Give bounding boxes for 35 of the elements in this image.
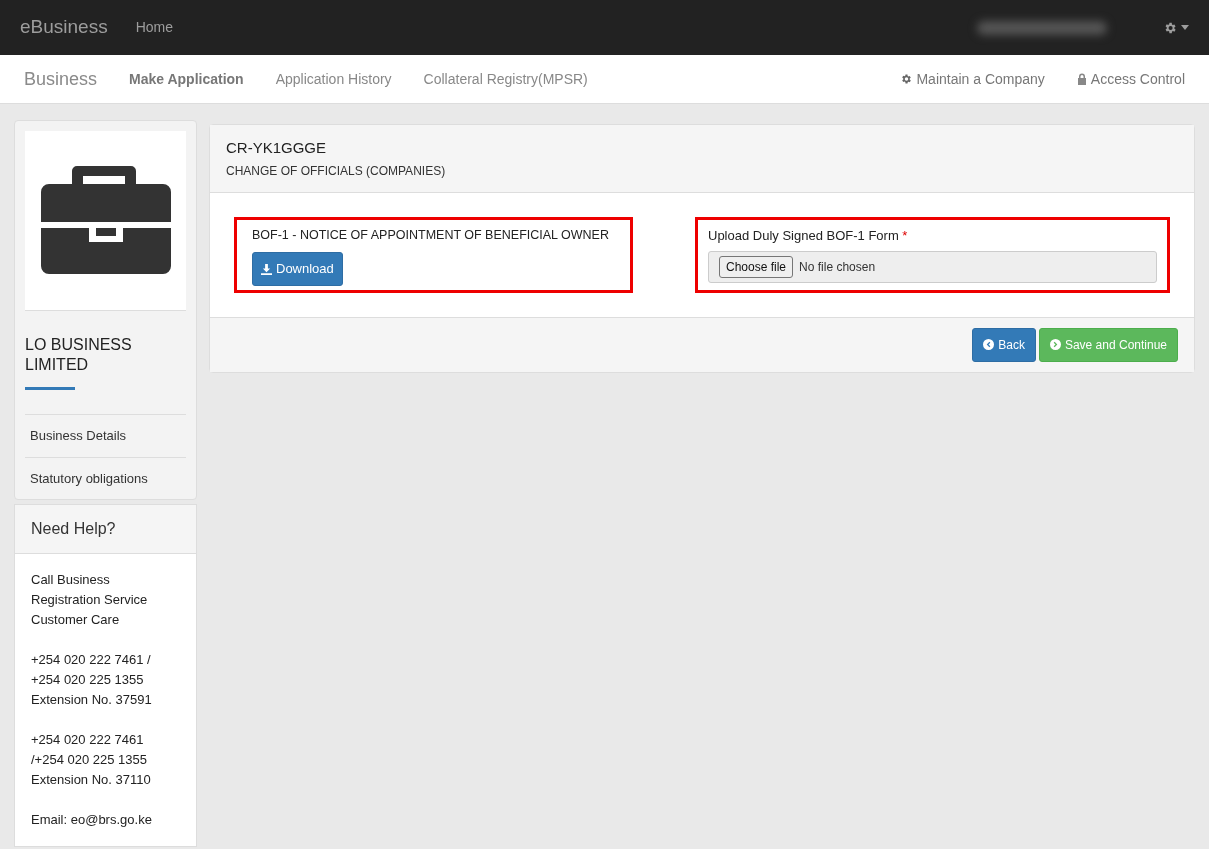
file-status: No file chosen — [799, 259, 876, 276]
help-text: +254 020 222 7461 /+254 020 225 1355 Extension No. 37110 — [31, 731, 152, 789]
settings-menu-button[interactable] — [1163, 20, 1189, 35]
download-icon — [261, 263, 272, 275]
sidebar-item[interactable]: Statutory obligations — [25, 456, 186, 499]
file-input[interactable]: Choose file No file chosen — [708, 251, 1157, 283]
gear-icon — [900, 73, 913, 85]
nav-tab[interactable]: Make Application — [113, 68, 260, 90]
brand-logo[interactable]: eBusiness — [20, 13, 108, 42]
nav-tab[interactable]: Collateral Registry(MPSR) — [407, 68, 604, 90]
briefcase-icon — [40, 165, 171, 276]
nav-link[interactable]: Home — [135, 17, 174, 38]
section-title[interactable]: Business — [24, 65, 98, 93]
sidebar-item[interactable]: Business Details — [25, 414, 186, 457]
back-button[interactable]: Back — [972, 327, 1036, 362]
help-text: +254 020 222 7461 / +254 020 225 1355 Extension No. 37591 — [31, 651, 153, 709]
caret-icon — [1181, 25, 1189, 30]
help-text: Call Business Registration Service Customer Care — [31, 571, 149, 629]
company-name: LO BUSINESS LIMITED — [25, 335, 133, 375]
nav-tab[interactable]: Application History — [259, 68, 408, 90]
left-arrow-icon — [983, 339, 995, 350]
nav-link[interactable]: Maintain a Company — [900, 68, 1045, 90]
save-continue-button[interactable]: Save and Continue — [1038, 327, 1178, 362]
application-number: CR-YK1GGGE — [226, 138, 328, 158]
settings-icon — [1163, 20, 1177, 35]
choose-file-button[interactable]: Choose file — [719, 256, 794, 278]
download-button[interactable]: Download — [252, 252, 343, 286]
form-label: BOF-1 - NOTICE OF APPOINTMENT OF BENEFICIAL OWNER — [252, 226, 610, 244]
application-type: CHANGE OF OFFICIALS (COMPANIES) — [226, 162, 447, 180]
help-text: Email: eo@brs.go.ke — [31, 811, 153, 829]
nav-link[interactable]: Access Control — [1076, 68, 1185, 90]
upload-label: Upload Duly Signed BOF-1 Form * — [708, 226, 909, 245]
help-title: Need Help? — [15, 505, 196, 554]
lock-icon — [1076, 73, 1087, 85]
right-arrow-icon — [1049, 339, 1061, 350]
